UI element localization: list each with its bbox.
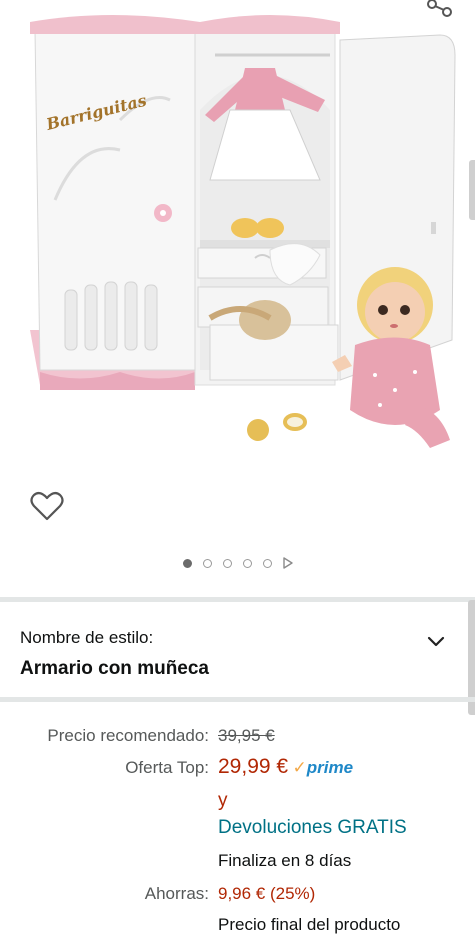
prime-badge: prime [306,758,354,777]
carousel-dot[interactable] [242,558,252,568]
final-price-text: Precio final del producto [218,915,401,934]
free-returns-link[interactable]: Devoluciones GRATIS [218,817,407,839]
play-triangle-icon[interactable] [282,557,293,569]
style-selector-value: Armario con muñeca [20,658,209,679]
savings-label: Ahorras: [144,884,209,903]
list-price-label: Precio recomendado: [47,726,209,745]
carousel-dot[interactable] [222,558,232,568]
and-text: y [218,790,228,811]
image-carousel-indicator [0,553,475,573]
scrollbar-thumb[interactable] [469,160,475,220]
savings-value: 9,96 € (25%) [218,884,316,903]
prime-check-icon: ✓ [292,758,307,777]
carousel-dot[interactable] [262,558,272,568]
style-selector-label: Nombre de estilo: [20,628,154,647]
carousel-dot[interactable] [182,558,192,568]
heart-outline-icon[interactable] [30,490,64,522]
deal-price-label: Oferta Top: [125,758,209,777]
style-selector[interactable]: Nombre de estilo: Armario con muñeca [0,606,475,698]
deal-price-row: 29,99 € ✓prime [218,755,353,779]
deal-ends-text: Finaliza en 8 días [218,851,352,870]
section-divider [0,597,475,602]
carousel-dot[interactable] [202,558,212,568]
chevron-down-icon[interactable] [425,634,447,650]
product-image[interactable]: Barriguitas [0,0,475,470]
deal-price: 29,99 € [218,755,289,778]
list-price: 39,95 € [218,726,275,745]
section-divider [0,697,475,702]
